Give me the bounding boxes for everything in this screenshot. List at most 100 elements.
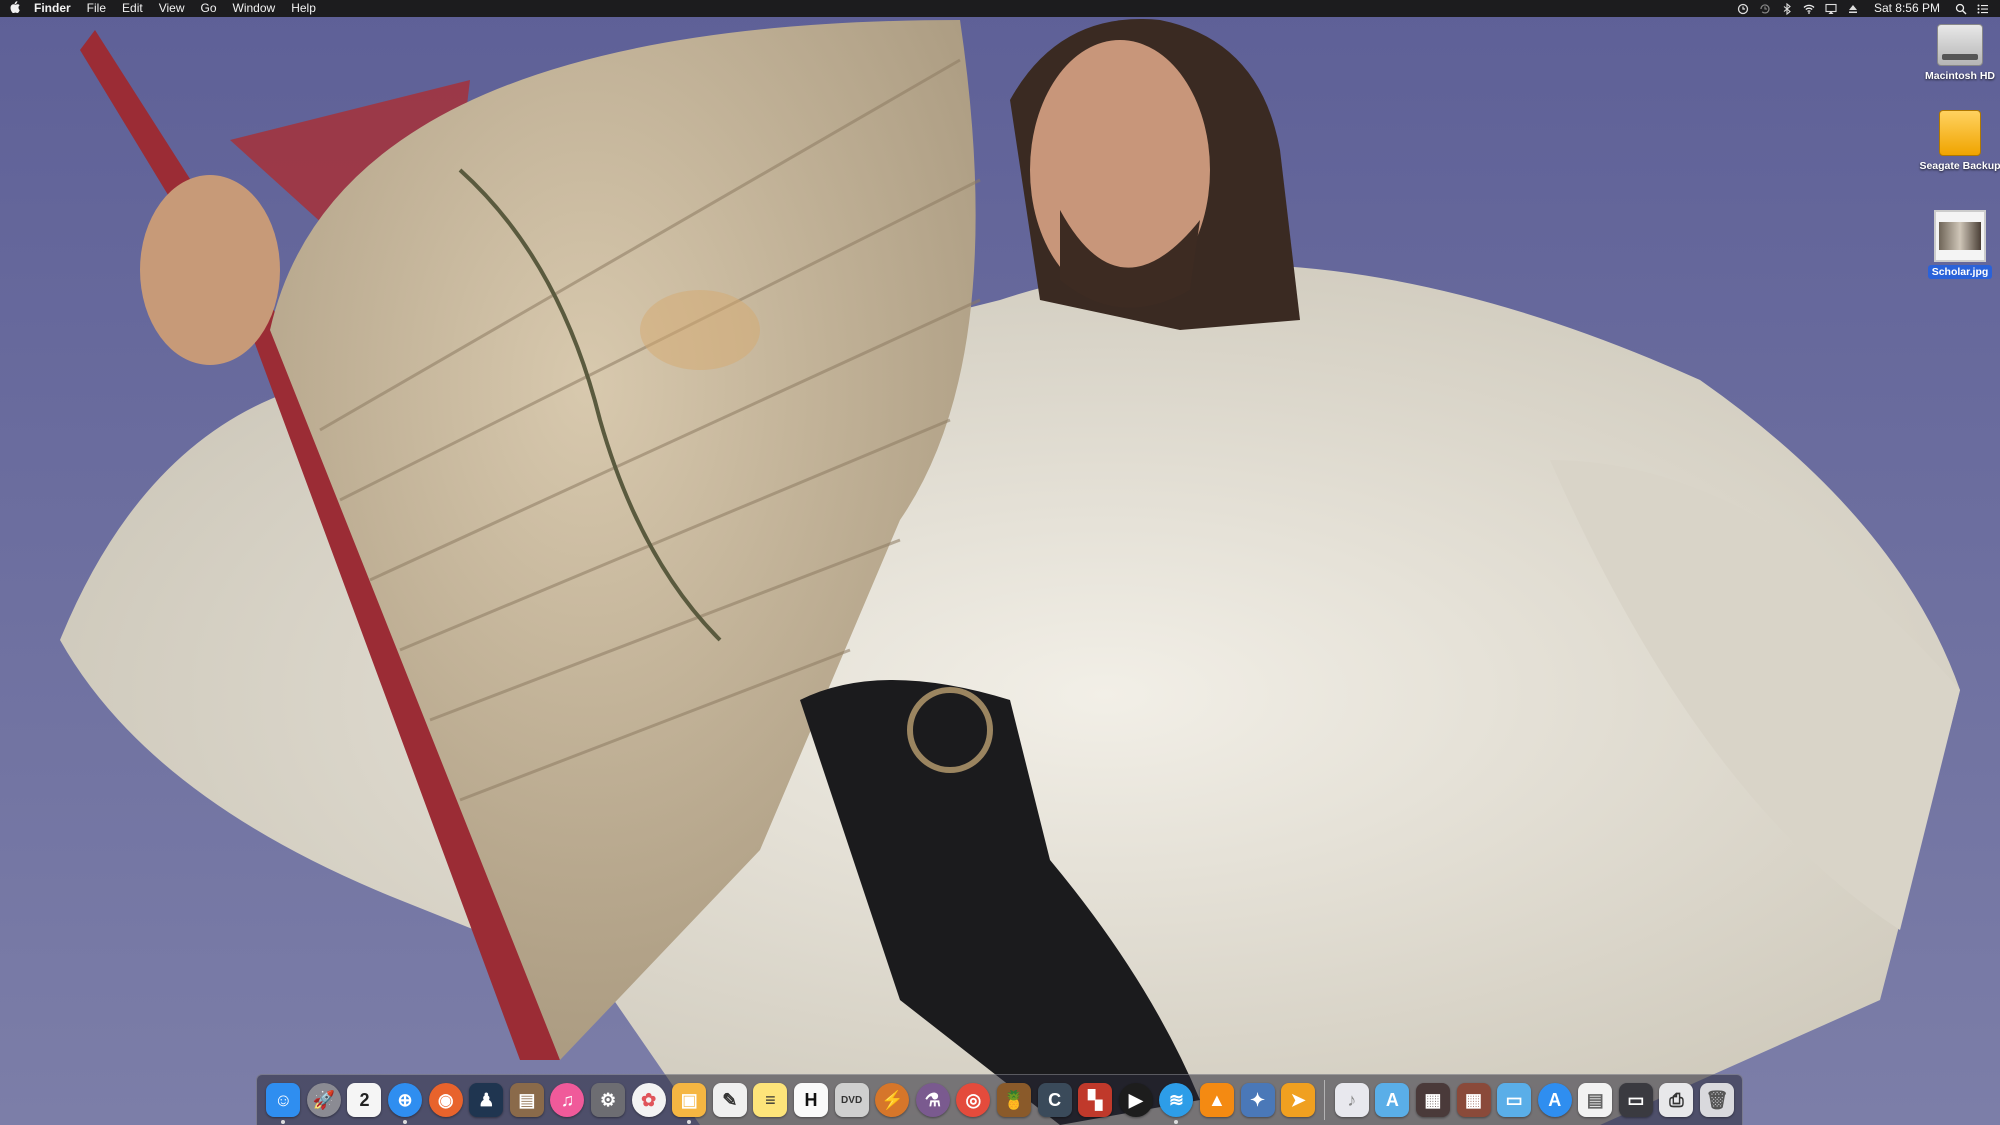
dock-item-itunes[interactable]: ♫ <box>547 1078 588 1122</box>
wifi-icon[interactable] <box>1798 0 1820 17</box>
music-folder-icon: ♪ <box>1334 1083 1369 1117</box>
apple-icon[interactable] <box>0 1 28 16</box>
dock-item-finder[interactable]: ☺ <box>263 1078 304 1124</box>
calendar-icon: 2 <box>347 1083 382 1117</box>
safari-icon: ⊕ <box>388 1083 423 1117</box>
dock-item-xcode-instruments[interactable]: ✦ <box>1237 1078 1278 1122</box>
dock-item-folder[interactable]: ▭ <box>1494 1078 1535 1122</box>
menu-help[interactable]: Help <box>283 0 324 17</box>
dock-item-chrome[interactable]: ◎ <box>953 1078 994 1122</box>
dock-item-app-store[interactable]: A <box>1534 1078 1575 1122</box>
applications-folder-icon: A <box>1375 1083 1410 1117</box>
external-drive-icon <box>1939 110 1981 156</box>
dock-item-c-app[interactable]: C <box>1034 1078 1075 1122</box>
transmit-icon: ➤ <box>1281 1083 1316 1117</box>
menubar-clock[interactable]: Sat 8:56 PM <box>1864 0 1950 17</box>
infuse-icon: ▶ <box>1118 1083 1153 1117</box>
dock-item-notes[interactable]: ≡ <box>750 1078 791 1122</box>
desktop-icon-seagate-backup[interactable]: Seagate Backup <box>1915 110 2000 174</box>
dock-item-hemingway[interactable]: H <box>791 1078 832 1122</box>
dock-item-books[interactable]: ▤ <box>507 1078 548 1122</box>
kindle-icon: ♟ <box>469 1083 504 1117</box>
finder-icon: ☺ <box>266 1083 301 1117</box>
hard-drive-icon <box>1937 24 1983 66</box>
dock-item-document-stack[interactable]: ▤ <box>1575 1078 1616 1122</box>
dvd-player-icon: DVD <box>834 1083 869 1117</box>
dock-item-vlc[interactable]: ▲ <box>1197 1078 1238 1122</box>
trash-icon: 🗑 <box>1700 1083 1735 1117</box>
hemingway-icon: H <box>794 1083 829 1117</box>
monitor-stack-icon: ▭ <box>1618 1083 1653 1117</box>
app-store-icon: A <box>1537 1083 1572 1117</box>
dock-separator <box>1324 1080 1326 1120</box>
dock-item-pineapple-app[interactable]: 🍍 <box>994 1078 1035 1122</box>
dock-item-reeder[interactable]: ⚡ <box>872 1078 913 1122</box>
chrome-icon: ◎ <box>956 1083 991 1117</box>
dock-item-launchpad[interactable]: 🚀 <box>304 1078 345 1122</box>
pineapple-app-icon: 🍍 <box>996 1083 1031 1117</box>
preview-icon: ▣ <box>672 1083 707 1117</box>
menu-view[interactable]: View <box>151 0 193 17</box>
document-stack-icon: ▤ <box>1578 1083 1613 1117</box>
printer-icon: ⎙ <box>1659 1083 1694 1117</box>
dock-item-textedit[interactable]: ✎ <box>710 1078 751 1122</box>
dock-item-applications-folder[interactable]: A <box>1372 1078 1413 1122</box>
menu-file[interactable]: File <box>79 0 114 17</box>
dock-item-movie-stack[interactable]: ▦ <box>1413 1078 1454 1122</box>
dock-item-calendar[interactable]: 2 <box>344 1078 385 1122</box>
dock: ☺ 🚀 2 ⊕ ◉ ♟ ▤ ♫ ⚙ ✿ ▣ ✎ ≡ H DVD ⚡ ⚗ ◎ 🍍 C ▚ ▶ ≋ ▲ ✦ ➤ ♪ A ▦ ▦ ▭ A ▤ ▭ ⎙ 🗑 <box>256 1074 1743 1125</box>
running-indicator <box>403 1120 408 1124</box>
textedit-icon: ✎ <box>712 1083 747 1117</box>
xcode-instruments-icon: ✦ <box>1240 1083 1275 1117</box>
c-app-icon: C <box>1037 1083 1072 1117</box>
launchpad-icon: 🚀 <box>306 1083 341 1117</box>
running-indicator <box>1174 1120 1179 1124</box>
menu-edit[interactable]: Edit <box>114 0 151 17</box>
dock-item-system-preferences[interactable]: ⚙ <box>588 1078 629 1122</box>
running-indicator <box>687 1120 692 1124</box>
dock-item-infuse[interactable]: ▶ <box>1115 1078 1156 1122</box>
app-menu-finder[interactable]: Finder <box>28 0 79 17</box>
dock-item-dvd-player[interactable]: DVD <box>831 1078 872 1122</box>
desktop-icon-scholar-jpg[interactable]: Scholar.jpg <box>1915 210 2000 280</box>
dock-item-safari[interactable]: ⊕ <box>385 1078 426 1124</box>
dock-item-transmit[interactable]: ➤ <box>1278 1078 1319 1122</box>
eject-icon[interactable] <box>1842 0 1864 17</box>
dock-item-photo-stack[interactable]: ▦ <box>1453 1078 1494 1122</box>
pattern-app-icon: ▚ <box>1078 1083 1113 1117</box>
dock-item-trash[interactable]: 🗑 <box>1697 1078 1738 1122</box>
screen-time-icon[interactable] <box>1732 0 1754 17</box>
potion-app-icon: ⚗ <box>915 1083 950 1117</box>
books-icon: ▤ <box>509 1083 544 1117</box>
jpg-file-icon <box>1934 210 1986 262</box>
dock-item-kindle[interactable]: ♟ <box>466 1078 507 1122</box>
dock-item-wifi-explorer[interactable]: ≋ <box>1156 1078 1197 1124</box>
notes-icon: ≡ <box>753 1083 788 1117</box>
desktop-icon-label: Macintosh HD <box>1924 70 1995 82</box>
dock-item-firefox[interactable]: ◉ <box>425 1078 466 1122</box>
time-machine-icon[interactable] <box>1754 0 1776 17</box>
notification-center-icon[interactable] <box>1972 0 1994 17</box>
running-indicator <box>281 1120 286 1124</box>
dock-item-monitor-stack[interactable]: ▭ <box>1616 1078 1657 1122</box>
airplay-icon[interactable] <box>1820 0 1842 17</box>
dock-item-photos[interactable]: ✿ <box>628 1078 669 1122</box>
movie-stack-icon: ▦ <box>1415 1083 1450 1117</box>
desktop-wallpaper <box>0 0 2000 1125</box>
reeder-icon: ⚡ <box>875 1083 910 1117</box>
menu-window[interactable]: Window <box>225 0 284 17</box>
dock-item-preview[interactable]: ▣ <box>669 1078 710 1124</box>
vlc-icon: ▲ <box>1199 1083 1234 1117</box>
desktop-icon-macintosh-hd[interactable]: Macintosh HD <box>1915 24 2000 84</box>
photo-stack-icon: ▦ <box>1456 1083 1491 1117</box>
menu-go[interactable]: Go <box>193 0 225 17</box>
firefox-icon: ◉ <box>428 1083 463 1117</box>
dock-item-printer[interactable]: ⎙ <box>1656 1078 1697 1122</box>
dock-item-pattern-app[interactable]: ▚ <box>1075 1078 1116 1122</box>
dock-item-music-folder[interactable]: ♪ <box>1331 1078 1372 1122</box>
desktop-icon-label: Scholar.jpg <box>1927 265 1993 279</box>
spotlight-icon[interactable] <box>1950 0 1972 17</box>
photos-icon: ✿ <box>631 1083 666 1117</box>
bluetooth-icon[interactable] <box>1776 0 1798 17</box>
dock-item-potion-app[interactable]: ⚗ <box>913 1078 954 1122</box>
